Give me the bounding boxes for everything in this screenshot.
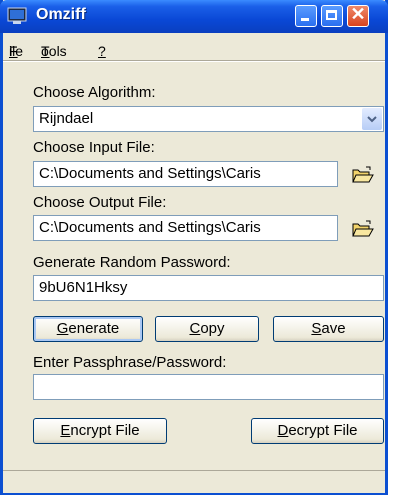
open-folder-icon[interactable] (352, 220, 374, 238)
algorithm-value: Rijndael (39, 110, 94, 127)
menu-bar: File Tools ? (9, 43, 106, 59)
decrypt-file-button[interactable]: Decrypt File (251, 418, 384, 444)
generate-button[interactable]: Generate (33, 316, 143, 342)
close-icon: ✕ (350, 4, 366, 24)
chevron-down-icon (367, 116, 377, 123)
random-password-value: 9bU6N1Hksy (39, 279, 128, 296)
random-password-label: Generate Random Password: (33, 254, 231, 271)
menu-divider-highlight (3, 61, 385, 62)
input-file-field[interactable]: C:\Documents and Settings\Caris (33, 161, 338, 187)
input-file-value: C:\Documents and Settings\Caris (39, 165, 261, 182)
maximize-button[interactable] (321, 5, 343, 27)
random-password-field[interactable]: 9bU6N1Hksy (33, 275, 384, 301)
algorithm-select[interactable]: Rijndael (33, 106, 384, 132)
dropdown-button[interactable] (362, 108, 382, 130)
output-file-field[interactable]: C:\Documents and Settings\Caris (33, 215, 338, 241)
encrypt-file-button[interactable]: Encrypt File (33, 418, 167, 444)
input-file-label: Choose Input File: (33, 139, 155, 156)
passphrase-label: Enter Passphrase/Password: (33, 354, 227, 371)
algorithm-label: Choose Algorithm: (33, 84, 156, 101)
copy-button[interactable]: Copy (155, 316, 259, 342)
minimize-button[interactable] (295, 5, 317, 27)
passphrase-input[interactable] (33, 374, 384, 400)
output-file-value: C:\Documents and Settings\Caris (39, 219, 261, 236)
window-title: Omziff (36, 6, 86, 23)
status-bar (3, 470, 385, 493)
app-window: Omziff ✕ File Tools ? Choose Algorithm: … (0, 0, 388, 495)
close-button[interactable]: ✕ (347, 4, 369, 27)
save-button[interactable]: Save (273, 316, 384, 342)
open-folder-icon[interactable] (352, 166, 374, 184)
output-file-label: Choose Output File: (33, 194, 167, 211)
title-bar[interactable]: Omziff ✕ (0, 0, 388, 33)
app-icon (7, 7, 27, 24)
